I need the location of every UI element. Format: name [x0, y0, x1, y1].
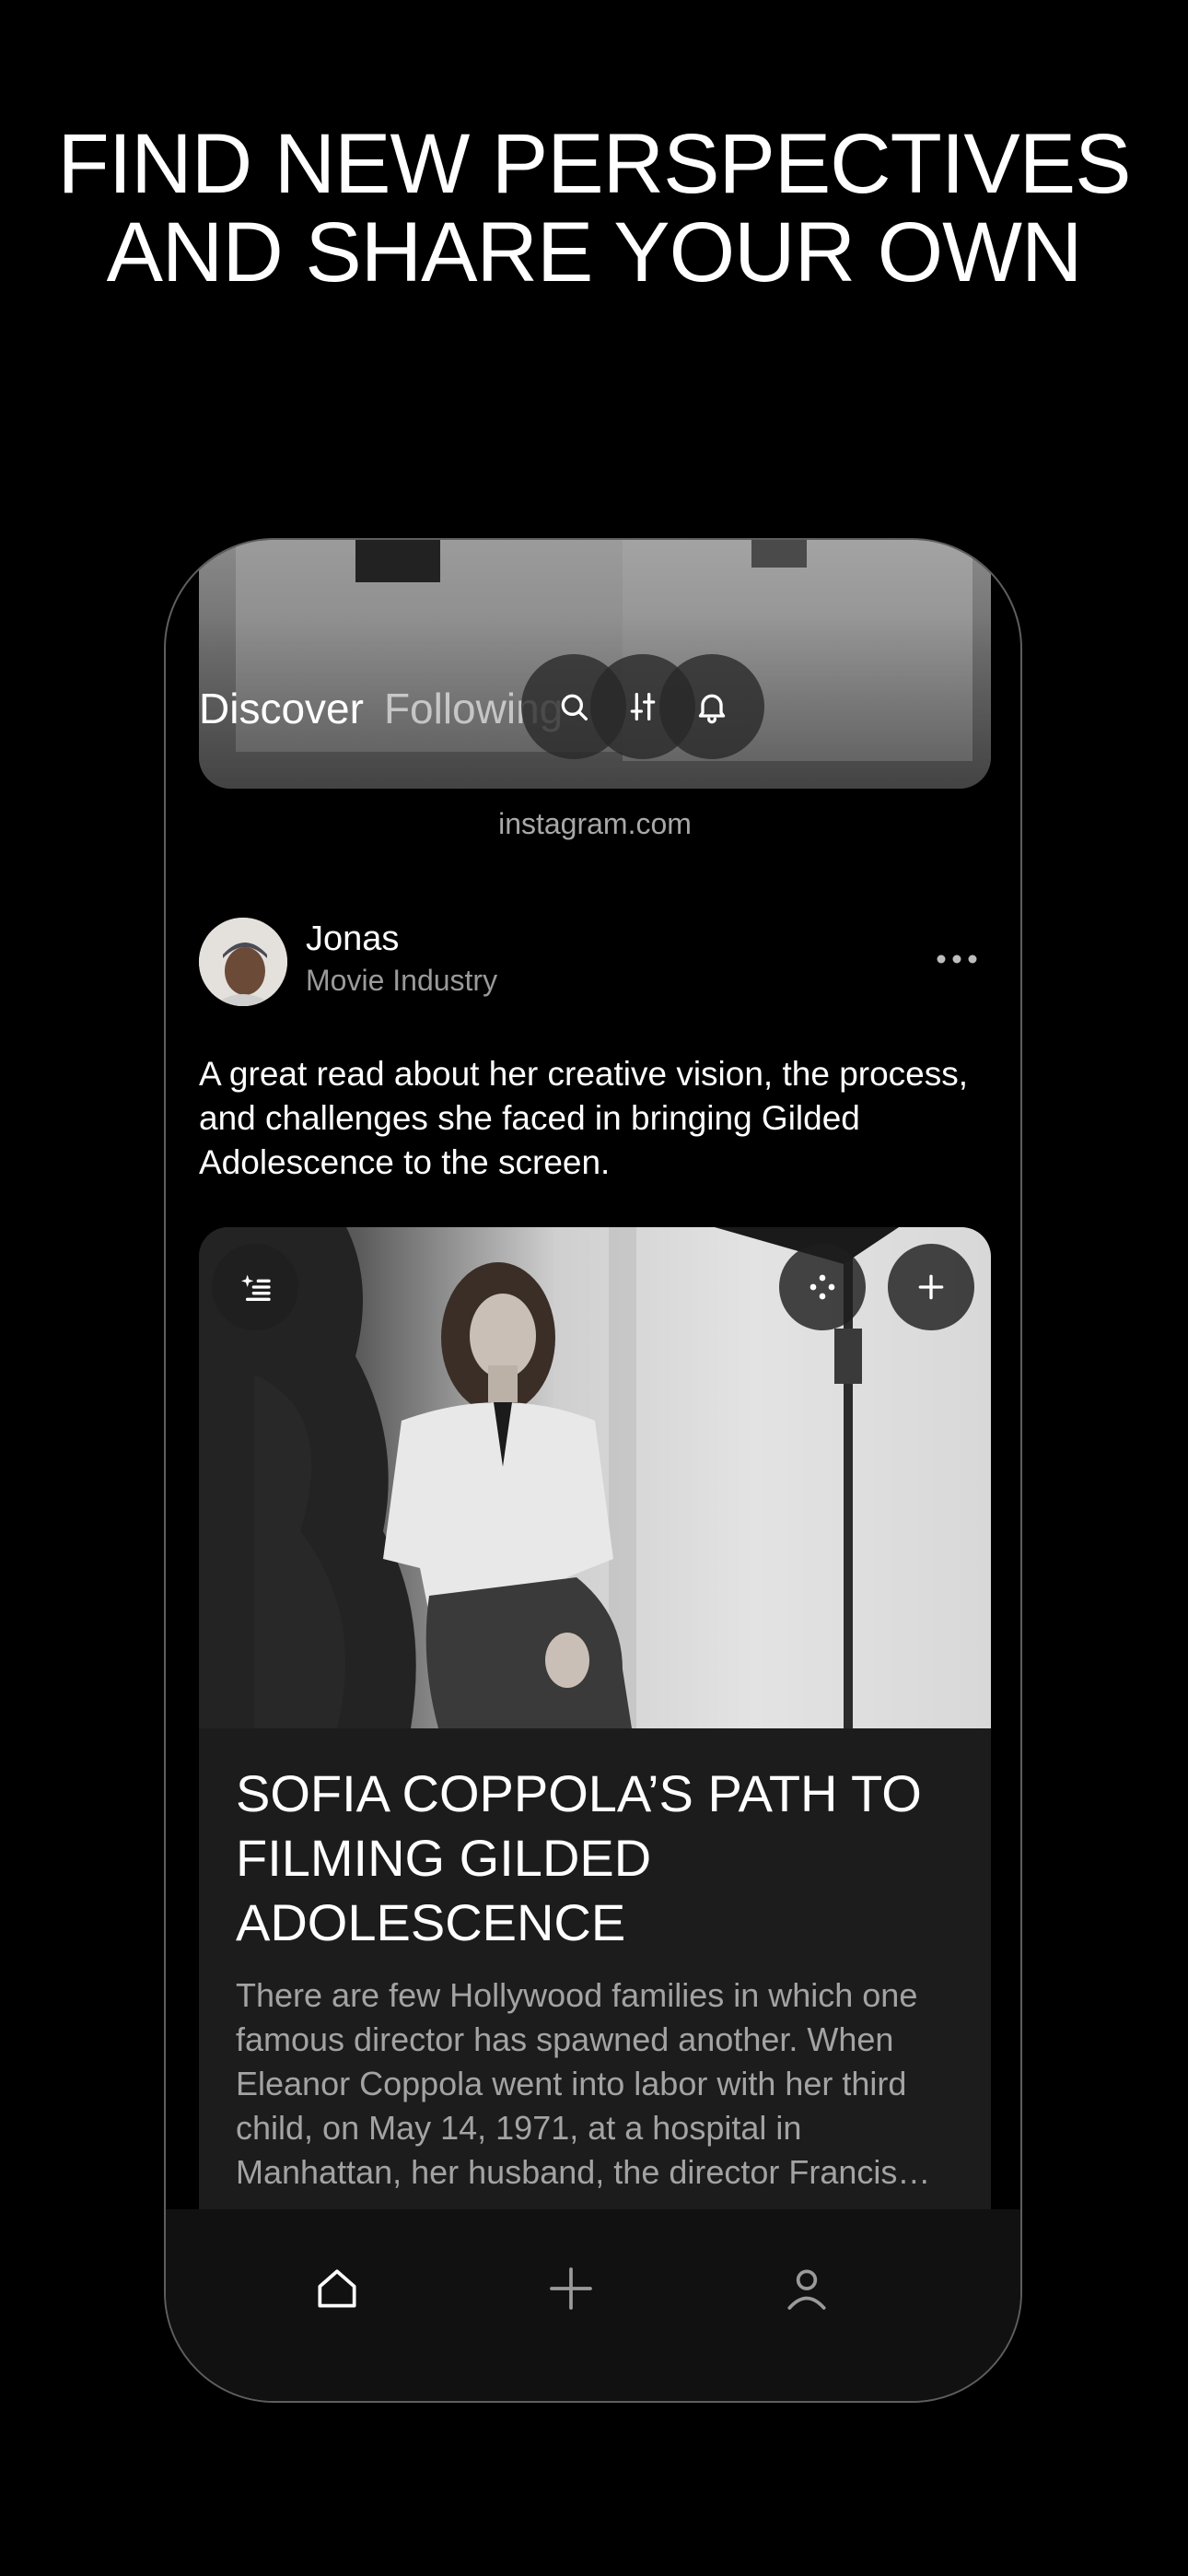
more-options-button[interactable] — [934, 945, 980, 973]
tab-discover[interactable]: Discover — [199, 681, 364, 736]
article-description: There are few Hollywood families in whic… — [236, 1976, 931, 2191]
tab-create[interactable] — [534, 2252, 608, 2325]
plus-icon — [550, 2267, 592, 2310]
post-text: A great read about her creative vision, … — [199, 1055, 969, 1181]
author-name[interactable]: Jonas — [306, 919, 399, 959]
add-to-collection-button[interactable] — [888, 1244, 974, 1330]
feed-tabs: Discover Following — [199, 676, 563, 741]
bell-icon — [698, 694, 726, 724]
headline: FIND NEW PERSPECTIVES AND SHARE YOUR OWN — [0, 120, 1188, 297]
headline-line-1: FIND NEW PERSPECTIVES — [57, 117, 1132, 211]
related-button[interactable] — [779, 1244, 866, 1330]
ai-summary-button[interactable] — [212, 1244, 298, 1330]
phone-frame: Discover Following instagram.com Jonas M… — [164, 538, 1022, 2403]
profile-icon — [787, 2269, 826, 2310]
source-domain[interactable]: instagram.com — [166, 807, 1020, 841]
avatar[interactable] — [199, 918, 287, 1006]
headline-line-2: AND SHARE YOUR OWN — [106, 205, 1083, 299]
bottom-tab-bar — [166, 2209, 1020, 2401]
notifications-button[interactable] — [659, 654, 764, 759]
home-icon — [318, 2269, 356, 2308]
article-card[interactable]: SOFIA COPPOLA’S PATH TO FILMING GILDED A… — [199, 1227, 991, 2379]
tab-profile[interactable] — [770, 2252, 844, 2325]
ai-summary-icon — [241, 1274, 271, 1301]
article-title[interactable]: SOFIA COPPOLA’S PATH TO FILMING GILDED A… — [236, 1762, 963, 1955]
search-icon — [561, 694, 588, 720]
tab-home[interactable] — [300, 2252, 374, 2325]
filter-sliders-icon — [630, 693, 656, 720]
more-dots-icon — [937, 954, 977, 964]
author-subtitle: Movie Industry — [306, 964, 498, 997]
scatter-dots-icon — [809, 1274, 835, 1300]
plus-icon — [918, 1274, 944, 1300]
article-image — [199, 1227, 991, 1728]
